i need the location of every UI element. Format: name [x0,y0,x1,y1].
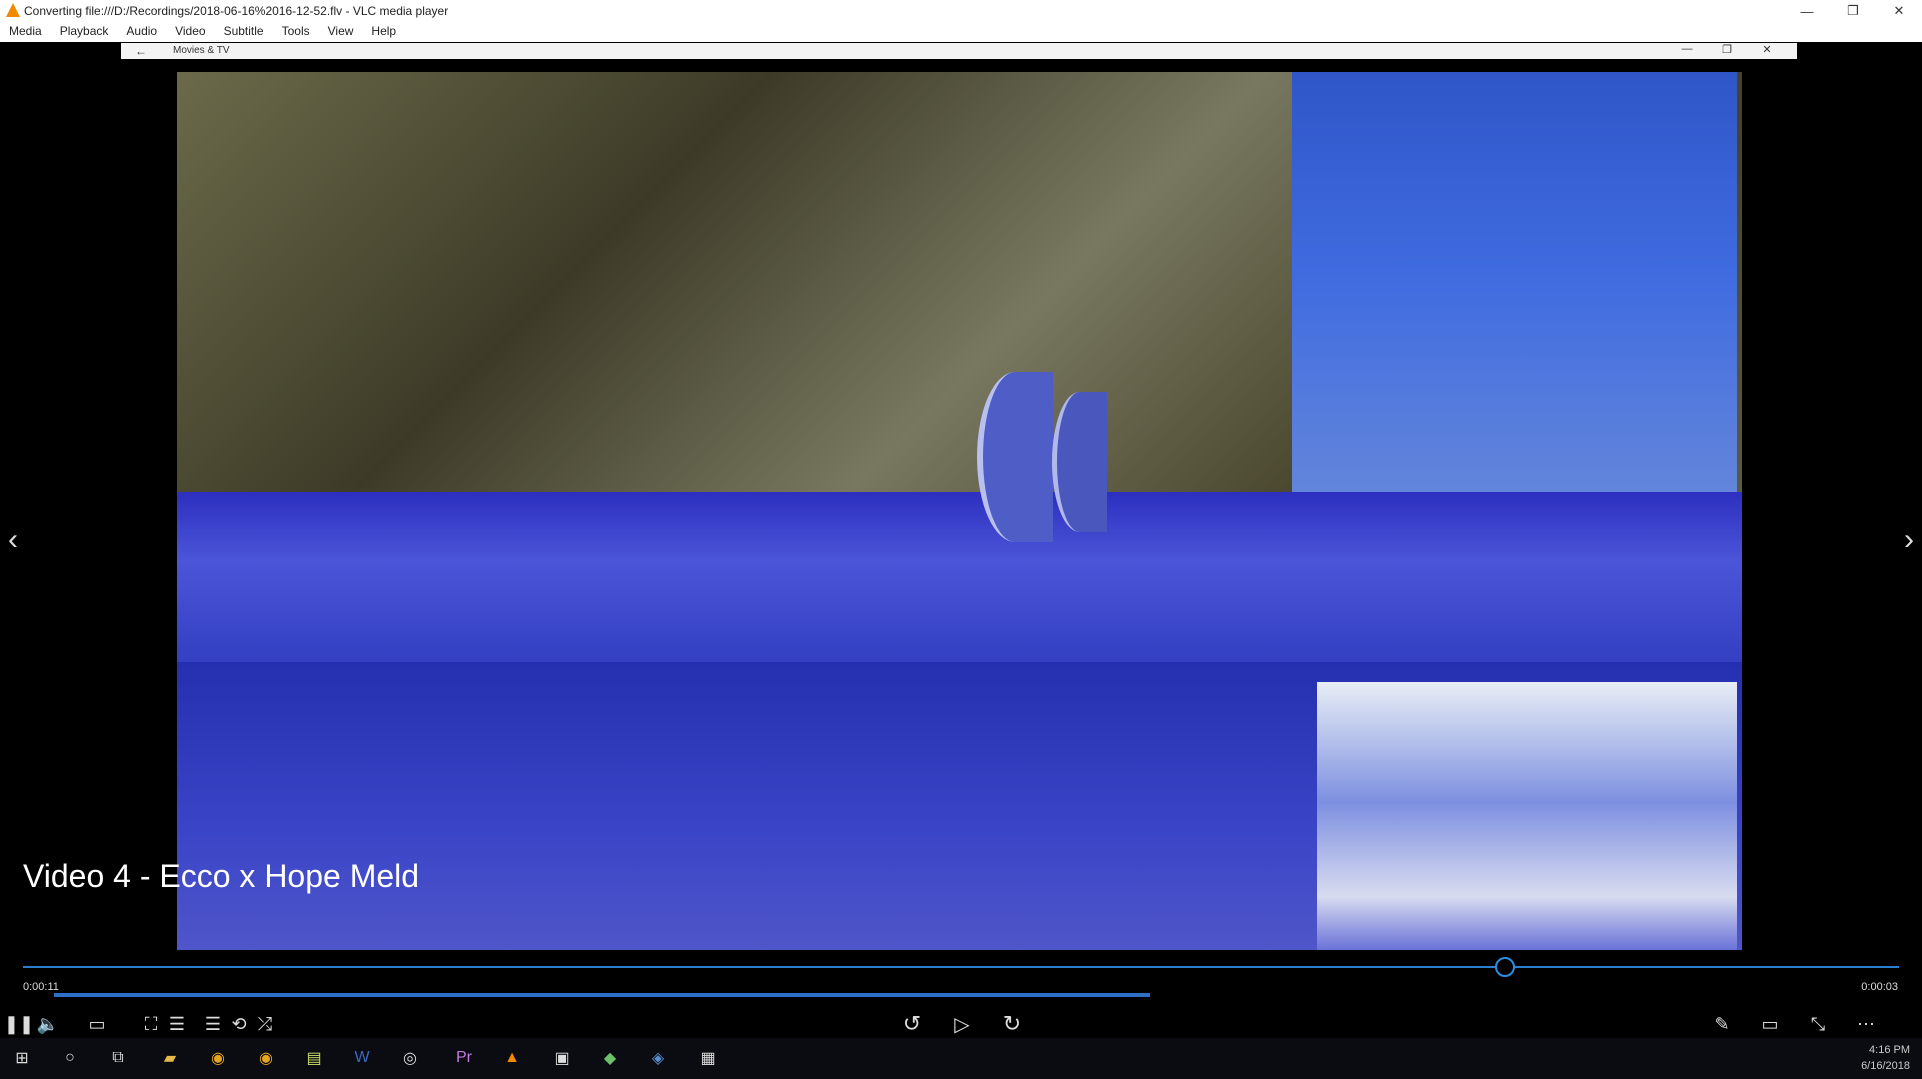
menu-view[interactable]: View [319,22,363,42]
app-icon[interactable]: ◆ [598,1046,622,1070]
window-controls: — ❐ ✕ [1784,0,1922,22]
vlc-titlebar: Converting file:///D:/Recordings/2018-06… [0,0,1922,22]
tray-time: 4:16 PM [1869,1044,1910,1056]
search-icon[interactable]: ○ [58,1046,82,1070]
movies-tv-title: Movies & TV [173,45,230,56]
movies-tv-controls: — ❐ ✕ [1667,43,1787,56]
vlc-progress-bar[interactable] [54,993,1150,997]
remaining-time: 0:00:03 [1861,981,1898,993]
file-explorer-icon[interactable]: ▰ [158,1046,182,1070]
next-arrow-icon[interactable]: › [1904,523,1914,557]
video-title-overlay: Video 4 - Ecco x Hope Meld [23,858,420,894]
close-icon[interactable]: ✕ [1876,0,1922,22]
fullscreen-icon[interactable]: ⛶ [140,1013,162,1035]
movies-tv-titlebar: ← Movies & TV — ❐ ✕ [121,43,1797,59]
start-windows-icon[interactable]: ⊞ [10,1046,34,1070]
loop-icon[interactable]: ⟲ [228,1013,250,1035]
chrome-icon[interactable]: ◉ [206,1046,230,1070]
windows-taskbar: ⊞ ○ ⧉ ▰ ◉ ◉ ▤ W ◎ Pr ▲ ▣ ◆ ◈ ▦ 4:16 PM 6… [0,1038,1922,1079]
window-title: Converting file:///D:/Recordings/2018-06… [24,4,449,18]
seek-knob[interactable] [1495,957,1516,977]
video-right-lower-block [1317,682,1737,950]
rewind-10-icon[interactable]: ↺ [898,1011,926,1036]
seek-bar[interactable] [23,966,1899,968]
minimize-icon[interactable]: — [1784,0,1830,22]
menu-playback[interactable]: Playback [51,22,118,42]
word-icon[interactable]: W [350,1046,374,1070]
vlc-cone-icon[interactable] [6,3,20,17]
tray-date: 6/16/2018 [1861,1060,1910,1072]
playlist-icon[interactable]: ☰ [202,1013,224,1035]
volume-icon[interactable]: 🔈 [36,1013,60,1035]
steam-icon[interactable]: ◈ [646,1046,670,1070]
video-frame[interactable] [177,72,1742,950]
edit-pencil-icon[interactable]: ✎ [1710,1013,1734,1035]
vlc-icon[interactable]: ▲ [500,1046,524,1070]
tray-clock[interactable]: 4:16 PM 6/16/2018 [1861,1042,1910,1074]
menu-subtitle[interactable]: Subtitle [215,22,273,42]
menu-video[interactable]: Video [166,22,214,42]
shuffle-icon[interactable]: ⤮ [254,1013,276,1035]
exit-fullscreen-icon[interactable]: ⤡ [1806,1013,1830,1035]
close-icon[interactable]: ✕ [1747,43,1787,56]
mini-view-icon[interactable]: ▭ [1758,1013,1782,1035]
back-arrow-icon[interactable]: ← [135,44,147,58]
equalizer-icon[interactable]: ☰ [166,1013,188,1035]
forward-30-icon[interactable]: ↻ [998,1011,1026,1036]
menu-help[interactable]: Help [362,22,405,42]
menu-tools[interactable]: Tools [273,22,319,42]
dolphin-shape [1052,392,1107,532]
video-water-band [177,492,1742,662]
premiere-icon[interactable]: Pr [452,1046,476,1070]
menu-media[interactable]: Media [0,22,51,42]
chrome-icon[interactable]: ◉ [254,1046,278,1070]
restore-icon[interactable]: ❐ [1830,0,1876,22]
menu-audio[interactable]: Audio [117,22,166,42]
restore-icon[interactable]: ❐ [1707,43,1747,56]
more-options-icon[interactable]: ⋯ [1854,1013,1878,1035]
previous-arrow-icon[interactable]: ‹ [8,523,18,557]
dolphin-shape [977,372,1053,542]
play-icon[interactable]: ▷ [950,1013,974,1036]
elapsed-time: 0:00:11 [23,981,59,993]
obs-icon[interactable]: ◎ [398,1046,422,1070]
subtitles-icon[interactable]: ▭ [84,1013,110,1035]
photos-icon[interactable]: ▣ [550,1046,574,1070]
notepad-icon[interactable]: ▤ [302,1046,326,1070]
minimize-icon[interactable]: — [1667,43,1707,56]
task-view-icon[interactable]: ⧉ [106,1046,130,1070]
movies-tv-icon[interactable]: ▦ [696,1046,720,1070]
vlc-menubar: Media Playback Audio Video Subtitle Tool… [0,22,1922,42]
pause-icon[interactable]: ❚❚ [4,1013,34,1035]
